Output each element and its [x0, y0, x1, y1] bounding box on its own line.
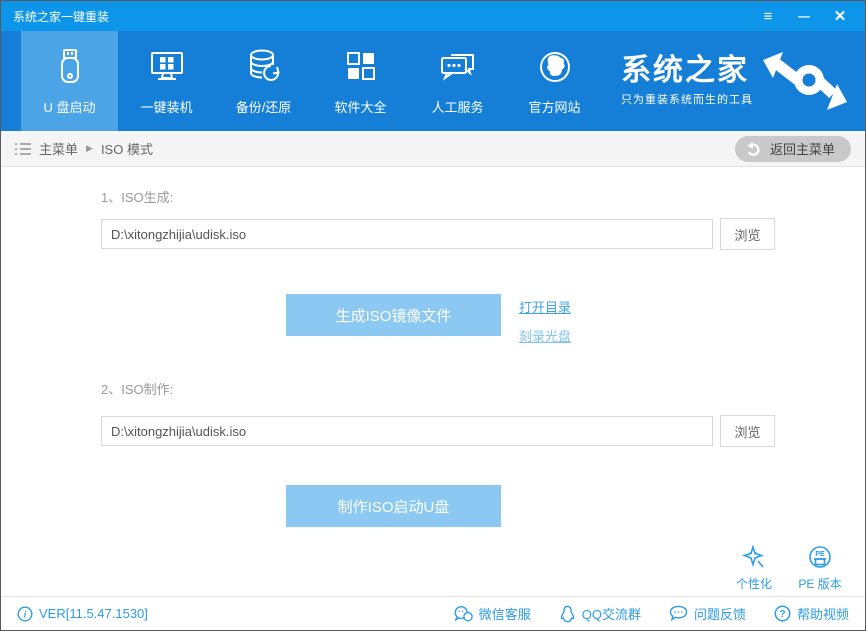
nav-tab-one-click-install[interactable]: 一键装机	[118, 31, 215, 131]
iso-mode-panel: 1、ISO生成: 浏览 生成ISO镜像文件 打开目录 刻录光盘 2、ISO制作:…	[1, 167, 865, 596]
version-info[interactable]: i VER[11.5.47.1530]	[17, 605, 148, 622]
brand-swoosh-icon	[759, 50, 851, 112]
nav-tab-live-support[interactable]: 人工服务	[409, 31, 506, 131]
nav-tab-label: 官方网站	[528, 100, 581, 115]
database-restore-icon	[244, 46, 284, 88]
brand-name: 系统之家	[621, 54, 749, 87]
nav-tab-official-site[interactable]: 官方网站	[506, 31, 603, 131]
globe-icon	[535, 46, 575, 88]
chat-bubbles-icon	[437, 46, 479, 88]
open-directory-link[interactable]: 打开目录	[519, 297, 571, 316]
return-main-menu-button[interactable]: 返回主菜单	[734, 135, 851, 162]
pe-version-icon: PE	[807, 545, 833, 571]
app-grid-icon	[342, 46, 380, 88]
info-icon: i	[17, 605, 33, 622]
list-icon	[15, 142, 31, 156]
iso-generate-path-input[interactable]	[101, 219, 713, 249]
feedback-link[interactable]: 问题反馈	[669, 604, 746, 623]
window-title: 系统之家一键重装	[13, 9, 110, 24]
iso-generate-browse-button[interactable]: 浏览	[720, 218, 775, 250]
breadcrumb-root[interactable]: 主菜单	[39, 139, 78, 158]
brand-logo: 系统之家 只为重装系统而生的工具	[621, 31, 865, 131]
monitor-windows-icon	[147, 46, 187, 88]
nav-tab-label: 人工服务	[431, 100, 484, 115]
nav-tab-label: 软件大全	[334, 100, 387, 115]
help-video-link[interactable]: ? 帮助视频	[774, 604, 849, 623]
status-bar: i VER[11.5.47.1530] 微信客服 QQ交流群 问题反馈 ? 帮助…	[1, 596, 865, 630]
feedback-bubble-icon	[669, 605, 688, 622]
iso-make-path-input[interactable]	[101, 416, 713, 446]
iso-make-label: 2、ISO制作:	[101, 382, 174, 397]
nav-tab-usb-boot[interactable]: U 盘启动	[21, 31, 118, 131]
title-bar: 系统之家一键重装 ≡ — ✕	[1, 1, 865, 31]
footer-link-label: 帮助视频	[796, 607, 849, 622]
burn-disc-link[interactable]: 刻录光盘	[519, 326, 571, 345]
main-nav: U 盘启动 一键装机 备份/还原 软件大全 人工服务 官方网站 系统之家 只为重…	[1, 31, 865, 131]
iso-make-browse-button[interactable]: 浏览	[720, 415, 775, 447]
menu-icon[interactable]: ≡	[753, 4, 783, 28]
close-button[interactable]: ✕	[825, 4, 855, 28]
breadcrumb: 主菜单 ▶ ISO 模式 返回主菜单	[1, 131, 865, 167]
footer-link-label: 微信客服	[478, 607, 531, 622]
qq-group-link[interactable]: QQ交流群	[559, 604, 641, 623]
nav-tab-label: 一键装机	[140, 100, 193, 115]
back-button-label: 返回主菜单	[769, 142, 835, 157]
minimize-button[interactable]: —	[789, 4, 819, 28]
make-usb-boot-button[interactable]: 制作ISO启动U盘	[286, 485, 501, 527]
breadcrumb-current: ISO 模式	[100, 142, 153, 157]
corner-tools: 个性化 PE PE 版本	[731, 545, 843, 592]
footer-link-label: QQ交流群	[581, 607, 641, 622]
nav-tab-label: U 盘启动	[43, 100, 96, 115]
back-arrow-icon	[745, 140, 763, 158]
pe-badge-text: PE	[815, 551, 825, 558]
app-window: 系统之家一键重装 ≡ — ✕ U 盘启动 一键装机 备份/还原 软件大全 人工服…	[0, 0, 866, 631]
generate-iso-button[interactable]: 生成ISO镜像文件	[286, 294, 501, 336]
version-text: VER[11.5.47.1530]	[39, 606, 148, 621]
usb-drive-icon	[52, 46, 88, 88]
qq-icon	[559, 605, 576, 623]
magic-wand-icon	[741, 545, 767, 571]
footer-link-label: 问题反馈	[693, 607, 746, 622]
nav-tab-backup-restore[interactable]: 备份/还原	[215, 31, 312, 131]
breadcrumb-arrow-icon: ▶	[86, 143, 93, 153]
wechat-icon	[453, 605, 473, 622]
iso-generate-label: 1、ISO生成:	[101, 190, 174, 205]
corner-tool-label: PE 版本	[798, 577, 842, 591]
help-glyph: ?	[779, 609, 785, 620]
nav-tab-software-center[interactable]: 软件大全	[312, 31, 409, 131]
corner-tool-label: 个性化	[735, 577, 772, 591]
personalize-button[interactable]: 个性化	[731, 545, 777, 592]
wechat-support-link[interactable]: 微信客服	[453, 604, 531, 623]
brand-tagline: 只为重装系统而生的工具	[621, 94, 753, 106]
pe-version-button[interactable]: PE PE 版本	[797, 545, 843, 592]
help-icon: ?	[774, 605, 791, 622]
info-glyph: i	[24, 609, 27, 619]
nav-tab-label: 备份/还原	[235, 100, 292, 115]
